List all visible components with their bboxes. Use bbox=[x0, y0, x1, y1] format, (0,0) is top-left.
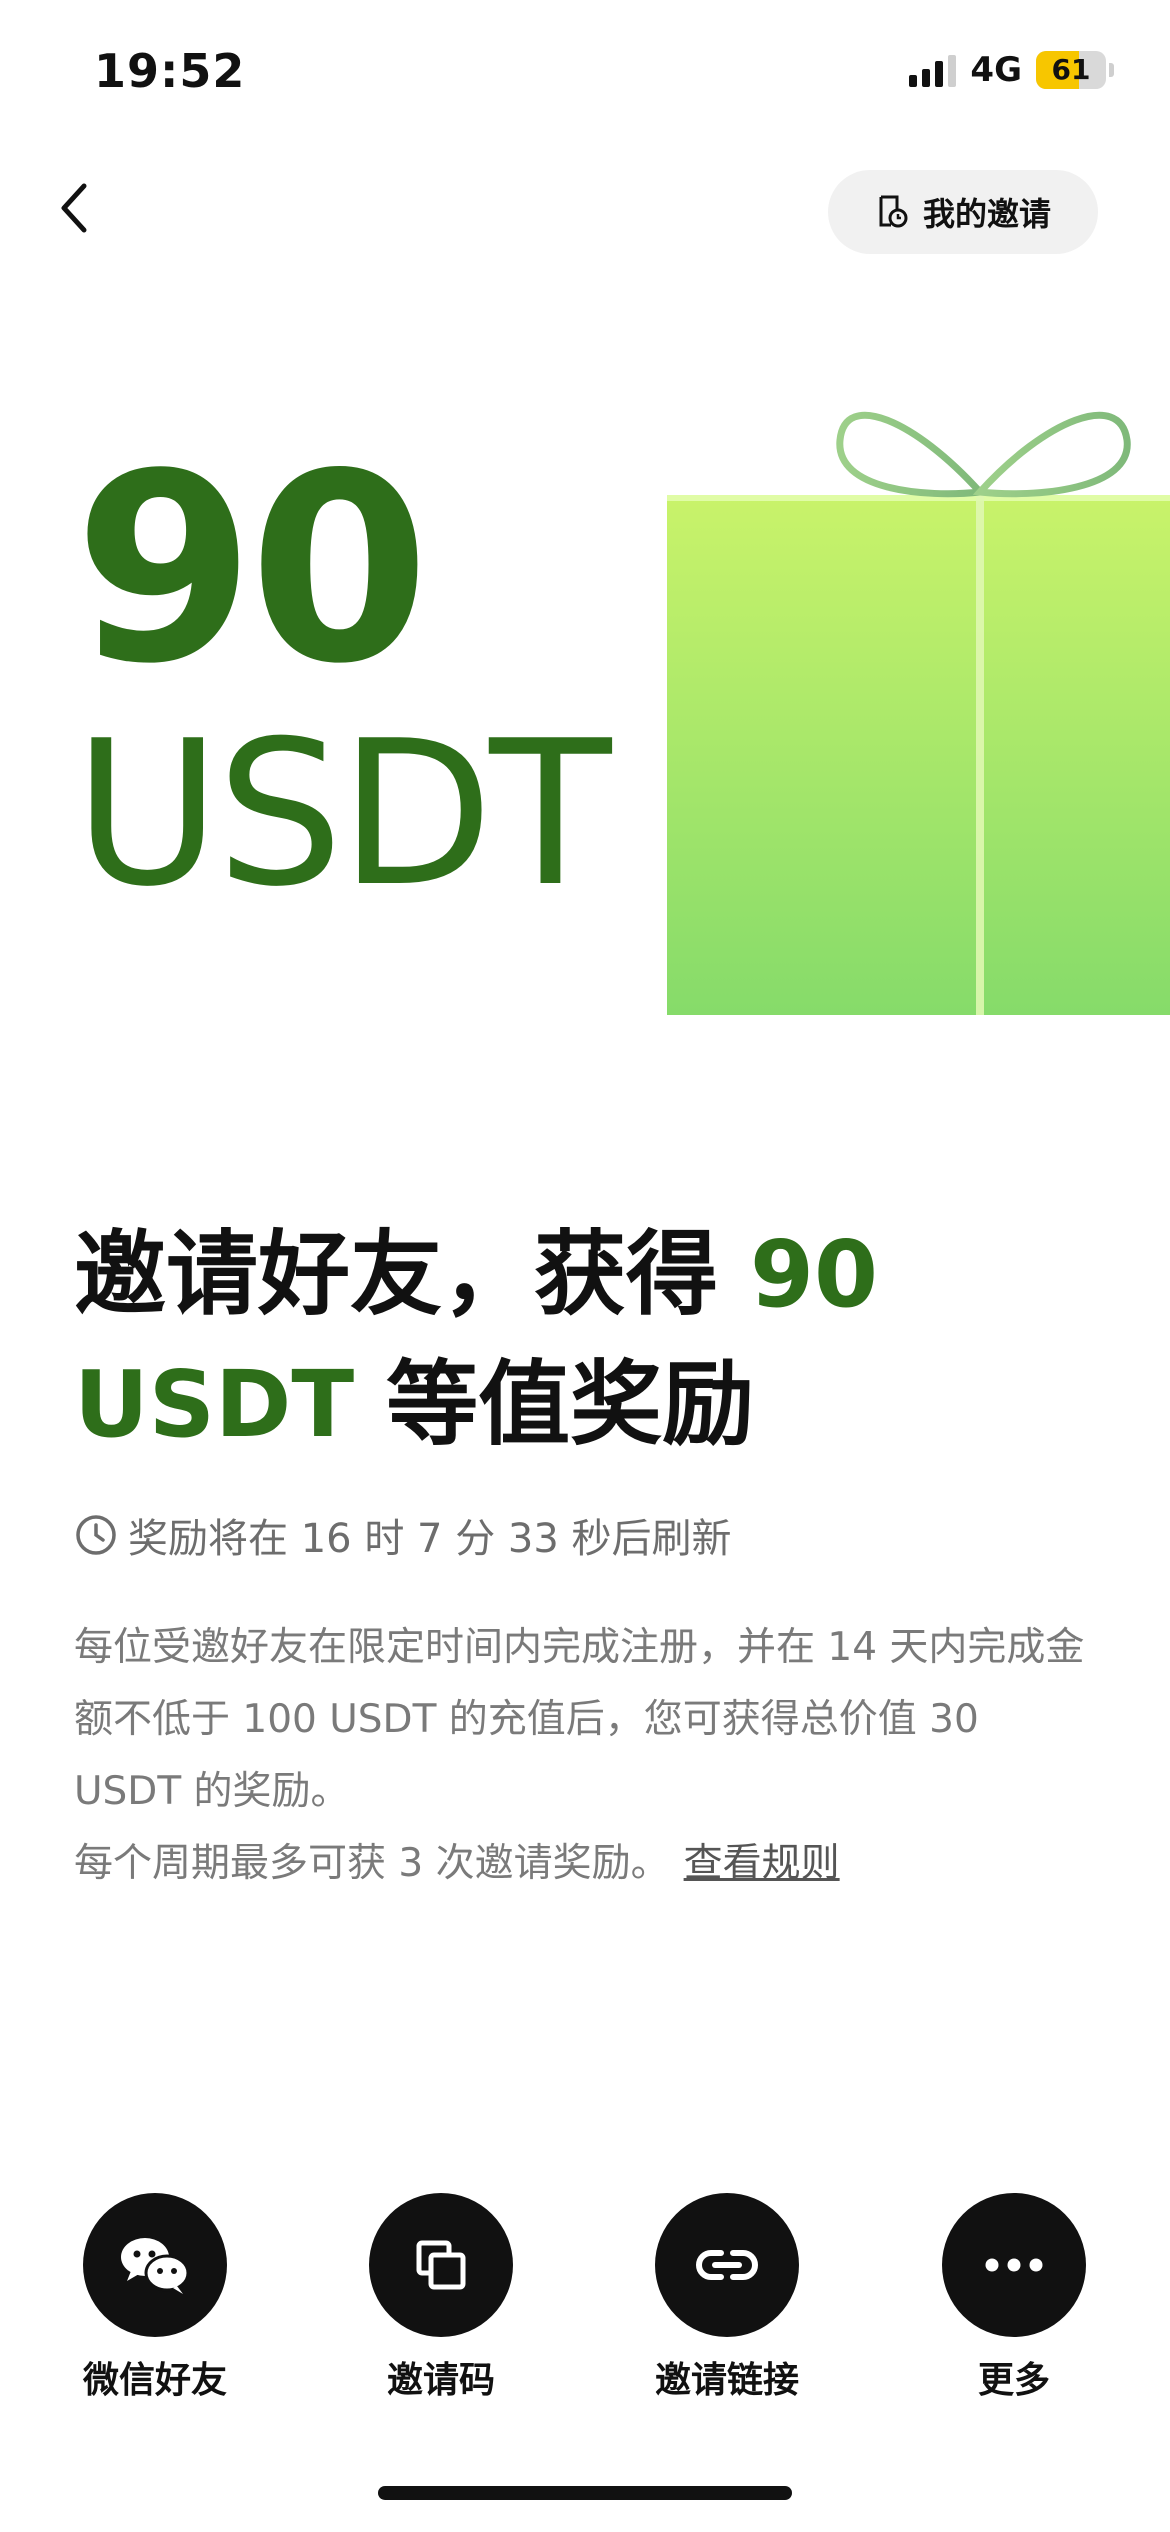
headline-suffix: 等值奖励 bbox=[354, 1351, 755, 1458]
my-invites-button[interactable]: 我的邀请 bbox=[828, 170, 1098, 254]
view-rules-link[interactable]: 查看规则 bbox=[684, 1841, 840, 1886]
headline-prefix: 邀请好友，获得 bbox=[74, 1221, 751, 1328]
invite-page: 19:52 4G 61 我的邀请 90 USDT 邀请好友，获得 90 USDT… bbox=[0, 0, 1170, 2532]
battery-icon: 61 bbox=[1036, 51, 1114, 89]
share-invite-link-label: 邀请链接 bbox=[654, 2360, 799, 2401]
status-indicators: 4G 61 bbox=[909, 50, 1114, 90]
share-invite-link-circle[interactable] bbox=[655, 2193, 799, 2337]
clock-icon bbox=[76, 1515, 116, 1555]
copy-icon bbox=[416, 2240, 466, 2290]
gift-box-illustration bbox=[667, 411, 1170, 1015]
home-indicator bbox=[378, 2486, 792, 2500]
wechat-icon bbox=[121, 2238, 190, 2294]
share-wechat-button[interactable]: 微信好友 bbox=[45, 2193, 265, 2403]
countdown-text: 奖励将在 16 时 7 分 33 秒后刷新 bbox=[128, 1516, 732, 1562]
reward-limit-line: 每个周期最多可获 3 次邀请奖励。 查看规则 bbox=[74, 1828, 1094, 1900]
reward-description: 每位受邀好友在限定时间内完成注册，并在 14 天内完成金额不低于 100 USD… bbox=[74, 1612, 1094, 1900]
link-icon bbox=[696, 2250, 758, 2280]
network-type: 4G bbox=[970, 50, 1022, 90]
share-invite-link-button[interactable]: 邀请链接 bbox=[617, 2193, 837, 2403]
share-wechat-circle[interactable] bbox=[83, 2193, 227, 2337]
headline-unit: USDT bbox=[74, 1351, 355, 1458]
status-time: 19:52 bbox=[94, 44, 246, 98]
refresh-countdown: 奖励将在 16 时 7 分 33 秒后刷新 bbox=[74, 1506, 732, 1564]
invite-headline: 邀请好友，获得 90 USDT 等值奖励 bbox=[74, 1210, 1094, 1470]
chevron-left-icon bbox=[61, 183, 87, 233]
share-invite-code-label: 邀请码 bbox=[386, 2360, 495, 2401]
back-button[interactable] bbox=[54, 178, 94, 238]
share-invite-code-circle[interactable] bbox=[369, 2193, 513, 2337]
share-wechat-label: 微信好友 bbox=[82, 2360, 227, 2401]
reward-terms: 每位受邀好友在限定时间内完成注册，并在 14 天内完成金额不低于 100 USD… bbox=[74, 1625, 1085, 1814]
reward-amount: 90 bbox=[74, 419, 430, 721]
more-icon bbox=[985, 2258, 1043, 2272]
my-invites-label: 我的邀请 bbox=[922, 195, 1051, 233]
share-invite-code-button[interactable]: 邀请码 bbox=[331, 2193, 551, 2403]
reward-limit: 每个周期最多可获 3 次邀请奖励。 bbox=[74, 1841, 670, 1886]
history-icon bbox=[879, 195, 908, 228]
signal-icon bbox=[909, 53, 957, 87]
reward-unit: USDT bbox=[74, 698, 612, 931]
battery-level: 61 bbox=[1051, 53, 1091, 86]
share-more-circle[interactable] bbox=[942, 2193, 1086, 2337]
share-more-button[interactable]: 更多 bbox=[904, 2193, 1124, 2403]
headline-amount: 90 bbox=[750, 1221, 879, 1328]
share-more-label: 更多 bbox=[977, 2360, 1050, 2401]
